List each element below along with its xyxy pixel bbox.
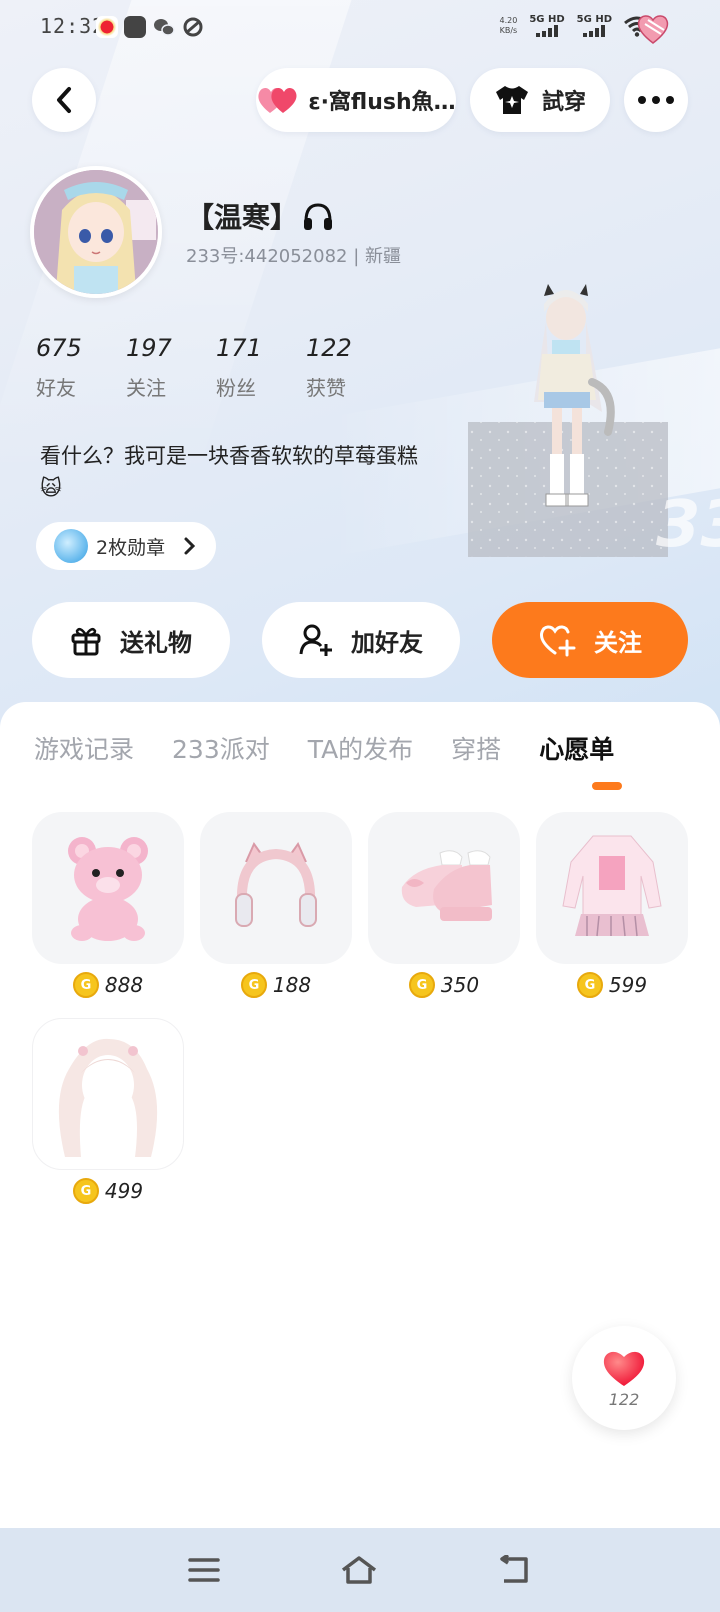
menu-icon[interactable] — [188, 1557, 220, 1583]
stat-fans[interactable]: 171 粉丝 — [216, 334, 306, 401]
character-avatar-model[interactable] — [468, 282, 668, 557]
like-count: 122 — [608, 1389, 640, 1409]
g-coin-icon: G — [72, 1178, 99, 1204]
cat-ear-headphones-image — [200, 812, 352, 964]
net-speed: 4.20 KB/s — [499, 15, 518, 35]
medal-button[interactable]: 2枚勋章 — [36, 522, 216, 570]
active-tab-indicator — [592, 782, 622, 790]
partner-name: ε·窩flush魚… — [308, 90, 456, 115]
medal-label: 2枚勋章 — [96, 536, 166, 559]
status-bar: 12:32 4.20 KB/s 5G HD 5G HD — [0, 0, 720, 56]
wishlist-item[interactable]: G 599 — [536, 812, 688, 998]
gift-icon — [71, 627, 101, 656]
chevron-right-icon — [184, 537, 196, 555]
tab-233-party[interactable]: 233派对 — [172, 730, 270, 766]
like-button[interactable]: 122 — [572, 1326, 676, 1430]
item-price: G 499 — [32, 1178, 184, 1204]
bio-emoji: 🙀 — [40, 476, 62, 500]
avatar-doll-image — [34, 170, 158, 294]
stat-following[interactable]: 197 关注 — [126, 334, 216, 401]
heart-plus-icon — [540, 625, 576, 657]
mail-icon — [124, 16, 146, 38]
twin-tail-hair-image — [32, 1018, 184, 1170]
try-on-label: 試穿 — [541, 90, 586, 115]
tab-game-records[interactable]: 游戏记录 — [34, 730, 134, 766]
browser-icon — [182, 16, 204, 38]
medal-icon — [54, 529, 88, 563]
signal-sim2-icon: 5G HD — [577, 14, 612, 37]
try-on-button[interactable]: 試穿 — [470, 68, 610, 132]
wishlist-item[interactable]: G 350 — [368, 812, 520, 998]
wishlist-item[interactable]: G 188 — [200, 812, 352, 998]
bio: 看什么？我可是一块香香软软的草莓蛋糕 🙀 — [40, 444, 418, 500]
stat-friends[interactable]: 675 好友 — [36, 334, 126, 401]
item-price: G 599 — [536, 972, 688, 998]
avatar[interactable] — [30, 166, 162, 298]
partner-pill[interactable]: ε·窩flush魚… — [256, 68, 456, 132]
g-coin-icon: G — [72, 972, 99, 998]
item-price: G 188 — [200, 972, 352, 998]
pink-bear-image — [32, 812, 184, 964]
send-gift-button[interactable]: 送礼物 — [32, 602, 230, 678]
chevron-left-icon — [57, 87, 71, 113]
username: 【温寒】 — [186, 196, 334, 236]
more-dots-icon — [638, 96, 674, 104]
home-icon[interactable] — [340, 1555, 378, 1585]
decor-233-logo: 33 — [656, 488, 720, 562]
pink-outfit-image — [536, 812, 688, 964]
tshirt-sparkle-icon — [495, 86, 528, 114]
wechat-icon — [153, 16, 175, 38]
heart-icon — [603, 1351, 645, 1386]
profile-tabs: 游戏记录 233派对 TA的发布 穿搭 心愿单 — [34, 730, 652, 766]
item-price: G 888 — [32, 972, 184, 998]
g-coin-icon: G — [576, 972, 603, 998]
tab-outfits[interactable]: 穿搭 — [451, 730, 501, 766]
add-user-icon — [299, 624, 332, 656]
add-friend-button[interactable]: 加好友 — [262, 602, 460, 678]
follow-button[interactable]: 关注 — [492, 602, 688, 678]
headphones-icon — [304, 203, 333, 230]
wishlist-item[interactable]: G 499 — [32, 1018, 184, 1204]
g-coin-icon: G — [240, 972, 267, 998]
system-navigation-bar — [0, 1528, 720, 1612]
back-button[interactable] — [32, 68, 96, 132]
status-indicators: 4.20 KB/s 5G HD 5G HD — [500, 14, 650, 37]
tab-wishlist[interactable]: 心愿单 — [539, 730, 614, 766]
couple-heart-icon — [258, 87, 297, 113]
g-coin-icon: G — [408, 972, 435, 998]
profile-stats: 675 好友 197 关注 171 粉丝 122 获赞 — [36, 334, 396, 401]
notification-app-icon — [96, 16, 118, 38]
back-nav-icon[interactable] — [498, 1555, 532, 1585]
battery-heart-icon — [637, 15, 669, 44]
item-price: G 350 — [368, 972, 520, 998]
wishlist-item[interactable]: G 888 — [32, 812, 184, 998]
more-button[interactable] — [624, 68, 688, 132]
tab-posts[interactable]: TA的发布 — [308, 730, 413, 766]
signal-sim1-icon: 5G HD — [529, 14, 565, 37]
stat-likes[interactable]: 122 获赞 — [306, 334, 396, 401]
pink-shoes-image — [368, 812, 520, 964]
user-id-location: 233号:44205208​2 | 新疆 — [186, 246, 401, 267]
